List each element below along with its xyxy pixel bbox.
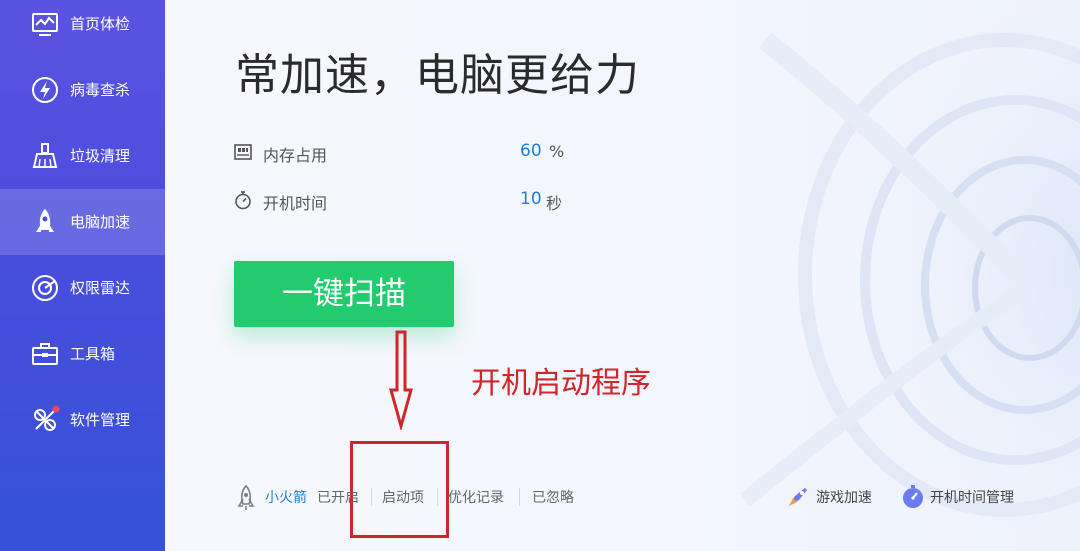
toolbox-icon xyxy=(28,337,62,371)
footer-divider xyxy=(519,488,520,506)
memory-usage-value: 60 xyxy=(520,141,542,161)
small-rocket-link[interactable]: 小火箭 xyxy=(265,487,307,509)
lightning-shield-icon xyxy=(28,73,62,107)
small-rocket-status: 已开启 xyxy=(317,490,359,506)
sidebar-item-junk-clean[interactable]: 垃圾清理 xyxy=(0,123,165,189)
boot-time-manager-icon xyxy=(900,484,926,510)
memory-usage-unit: % xyxy=(549,142,565,161)
rocket-icon xyxy=(28,205,62,239)
footer-divider xyxy=(437,488,438,506)
page-title: 常加速，电脑更给力 xyxy=(235,50,640,101)
game-boost-icon xyxy=(785,484,811,510)
main-panel: 常加速，电脑更给力 内存占用 60 % 开机时间 10 秒 一键扫描 开机启动程… xyxy=(165,0,1080,551)
sidebar-item-software-manager[interactable]: 软件管理 xyxy=(0,387,165,453)
sidebar-item-label: 工具箱 xyxy=(70,345,116,363)
background-rings-decoration xyxy=(740,10,1080,530)
small-rocket-icon xyxy=(233,484,259,512)
one-click-scan-button[interactable]: 一键扫描 xyxy=(234,261,454,327)
sidebar-item-virus-scan[interactable]: 病毒查杀 xyxy=(0,57,165,123)
sidebar-item-label: 首页体检 xyxy=(70,15,131,33)
stopwatch-icon xyxy=(233,190,253,210)
boot-time-label: 开机时间 xyxy=(263,194,328,213)
ignored-link[interactable]: 已忽略 xyxy=(532,487,574,509)
boot-time-row: 开机时间 10 秒 xyxy=(233,188,593,213)
sidebar-item-label: 病毒查杀 xyxy=(70,81,131,99)
radar-icon xyxy=(28,271,62,305)
sidebar-item-label: 垃圾清理 xyxy=(70,147,131,165)
monitor-icon xyxy=(28,7,62,41)
sidebar: 首页体检 病毒查杀 垃圾清理 电脑加速 权限雷达 工具箱 软件管理 xyxy=(0,0,165,551)
annotation-label: 开机启动程序 xyxy=(471,366,651,401)
boot-time-unit: 秒 xyxy=(546,194,563,213)
sidebar-item-toolbox[interactable]: 工具箱 xyxy=(0,321,165,387)
sidebar-item-label: 电脑加速 xyxy=(70,213,131,231)
boot-time-manager-link[interactable]: 开机时间管理 xyxy=(930,487,1014,509)
sidebar-item-permission-radar[interactable]: 权限雷达 xyxy=(0,255,165,321)
sidebar-item-label: 权限雷达 xyxy=(70,279,131,297)
software-icon xyxy=(28,403,62,437)
optimize-log-link[interactable]: 优化记录 xyxy=(448,487,504,509)
memory-usage-label: 内存占用 xyxy=(263,146,328,165)
boot-time-value: 10 xyxy=(520,189,542,209)
memory-icon xyxy=(233,142,253,162)
startup-items-link[interactable]: 启动项 xyxy=(382,487,424,509)
annotation-down-arrow-icon xyxy=(389,330,413,430)
footer-divider xyxy=(371,488,372,506)
game-boost-link[interactable]: 游戏加速 xyxy=(816,487,872,509)
memory-usage-row: 内存占用 60 % xyxy=(233,140,593,165)
sidebar-item-pc-boost[interactable]: 电脑加速 xyxy=(0,189,165,255)
sidebar-item-home-checkup[interactable]: 首页体检 xyxy=(0,0,165,57)
sidebar-item-label: 软件管理 xyxy=(70,411,131,429)
broom-icon xyxy=(28,139,62,173)
